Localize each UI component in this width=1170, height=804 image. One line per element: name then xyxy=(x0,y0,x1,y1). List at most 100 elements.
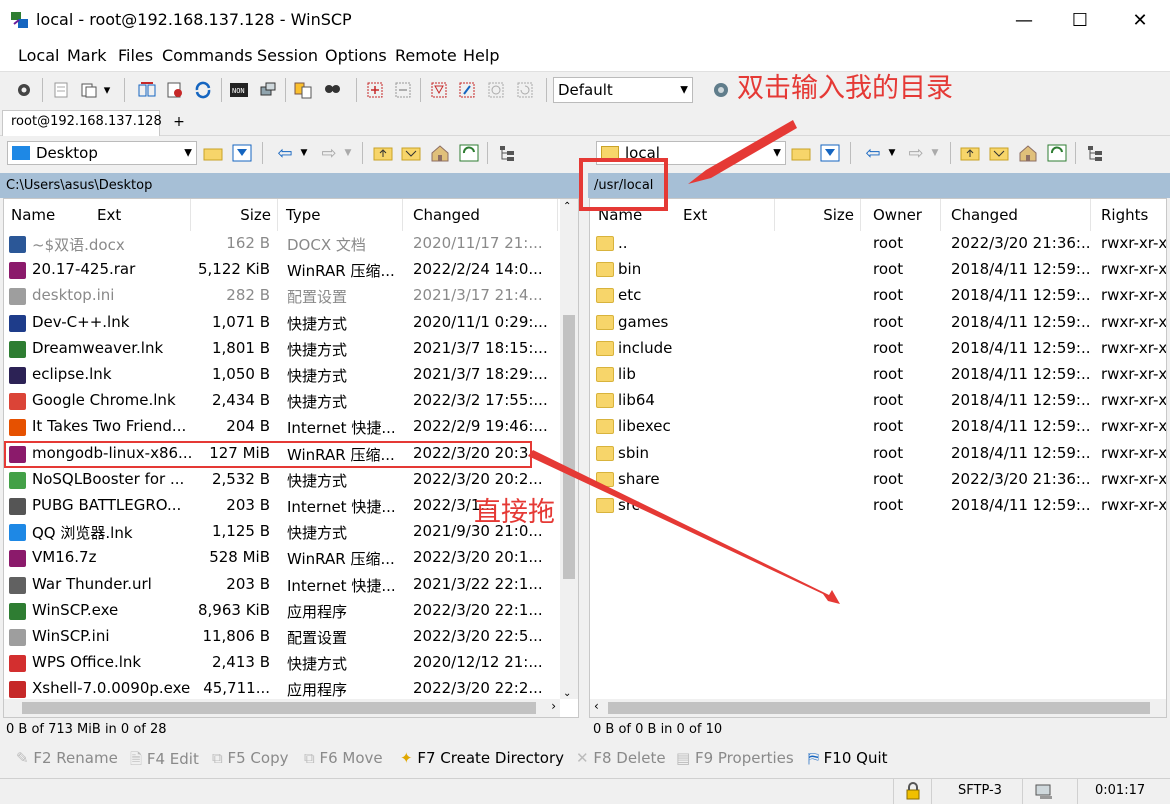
table-row[interactable]: src root 2018/4/11 12:59:... rwxr-xr-x xyxy=(590,493,1166,519)
right-file-panel[interactable]: Name Ext Size Owner Changed Rights .. roo… xyxy=(589,198,1167,718)
table-row[interactable]: games root 2018/4/11 12:59:... rwxr-xr-x xyxy=(590,310,1166,336)
left-back-icon[interactable]: ⇦ xyxy=(272,142,298,164)
table-row[interactable]: desktop.ini 282 B 配置设置 2021/3/17 21:4... xyxy=(4,283,560,309)
maximize-button[interactable]: ☐ xyxy=(1052,0,1108,40)
left-col-changed[interactable]: Changed xyxy=(403,199,558,231)
right-col-rights[interactable]: Rights xyxy=(1091,199,1166,231)
preferences-gear-icon[interactable] xyxy=(13,79,35,101)
right-forward-dropdown-icon[interactable]: ▼ xyxy=(929,142,941,164)
f2-rename-button[interactable]: ✎ F2 Rename xyxy=(16,749,118,767)
right-root-directory-icon[interactable] xyxy=(988,142,1010,164)
table-row[interactable]: lib root 2018/4/11 12:59:... rwxr-xr-x xyxy=(590,362,1166,388)
right-col-size[interactable]: Size xyxy=(775,199,861,231)
queue-icon[interactable] xyxy=(78,79,100,101)
left-filter-icon[interactable] xyxy=(231,142,253,164)
compare-directories-icon[interactable] xyxy=(50,79,72,101)
right-col-owner[interactable]: Owner xyxy=(861,199,941,231)
table-row[interactable]: NoSQLBooster for ... 2,532 B 快捷方式 2022/3/20… xyxy=(4,467,560,493)
table-row[interactable]: WinSCP.exe 8,963 KiB 应用程序 2022/3/20 22:1... xyxy=(4,598,560,624)
left-tree-icon[interactable] xyxy=(496,142,518,164)
left-open-folder-icon[interactable] xyxy=(202,142,224,164)
filter-icon[interactable] xyxy=(428,79,450,101)
tab-session[interactable]: root@192.168.137.128 xyxy=(2,110,162,136)
left-root-directory-icon[interactable] xyxy=(400,142,422,164)
left-home-icon[interactable] xyxy=(429,142,451,164)
f7-create-directory-button[interactable]: ✦ F7 Create Directory xyxy=(400,749,564,767)
scroll-thumb[interactable] xyxy=(22,702,536,714)
menu-session[interactable]: Session xyxy=(257,46,318,65)
keep-remote-up-to-date-icon[interactable] xyxy=(164,79,186,101)
table-row[interactable]: bin root 2018/4/11 12:59:... rwxr-xr-x xyxy=(590,257,1166,283)
table-row[interactable]: include root 2018/4/11 12:59:... rwxr-xr-x xyxy=(590,336,1166,362)
new-tab-button[interactable]: + xyxy=(164,114,194,136)
right-forward-icon[interactable]: ⇨ xyxy=(903,142,929,164)
left-parent-directory-icon[interactable] xyxy=(372,142,394,164)
right-filter-icon[interactable] xyxy=(819,142,841,164)
table-row[interactable]: VM16.7z 528 MiB WinRAR 压缩... 2022/3/20 20:1… xyxy=(4,545,560,571)
scroll-up-icon[interactable]: ⌃ xyxy=(563,201,571,212)
f6-move-button[interactable]: ⧉ F6 Move xyxy=(304,749,383,767)
menu-remote[interactable]: Remote xyxy=(395,46,457,65)
console-icon[interactable]: NON xyxy=(228,79,250,101)
right-path-bar[interactable]: /usr/local xyxy=(588,173,1170,198)
table-row[interactable]: Dev-C++.lnk 1,071 B 快捷方式 2020/11/1 0:29:... xyxy=(4,310,560,336)
table-row[interactable]: lib64 root 2018/4/11 12:59:... rwxr-xr-x xyxy=(590,388,1166,414)
restore-selection-icon[interactable] xyxy=(514,79,536,101)
scroll-thumb[interactable] xyxy=(608,702,1150,714)
right-tree-icon[interactable] xyxy=(1084,142,1106,164)
table-row[interactable]: War Thunder.url 203 B Internet 快捷... 2021/3… xyxy=(4,572,560,598)
table-row[interactable]: etc root 2018/4/11 12:59:... rwxr-xr-x xyxy=(590,283,1166,309)
table-row[interactable]: 20.17-425.rar 5,122 KiB WinRAR 压缩... 2022/2… xyxy=(4,257,560,283)
scroll-right-icon[interactable]: › xyxy=(551,699,556,713)
right-horizontal-scrollbar[interactable]: ‹ xyxy=(590,699,1166,717)
select-files-icon[interactable] xyxy=(364,79,386,101)
copy-to-clipboard-icon[interactable] xyxy=(292,79,314,101)
table-row[interactable]: ~$双语.docx 162 B DOCX 文档 2020/11/17 21:... xyxy=(4,231,560,257)
left-vertical-scrollbar[interactable]: ⌃ ⌄ xyxy=(560,199,578,699)
right-col-changed[interactable]: Changed xyxy=(941,199,1091,231)
left-col-size[interactable]: Size xyxy=(191,199,278,231)
menu-commands[interactable]: Commands xyxy=(162,46,253,65)
table-row[interactable]: Dreamweaver.lnk 1,801 B 快捷方式 2021/3/7 18:15… xyxy=(4,336,560,362)
left-back-dropdown-icon[interactable]: ▼ xyxy=(298,142,310,164)
table-row[interactable]: libexec root 2018/4/11 12:59:... rwxr-xr-x xyxy=(590,414,1166,440)
transfer-settings-icon[interactable] xyxy=(710,79,732,101)
f5-copy-button[interactable]: ⧉ F5 Copy xyxy=(212,749,288,767)
table-row[interactable]: WPS Office.lnk 2,413 B 快捷方式 2020/12/12 21:.… xyxy=(4,650,560,676)
scroll-left-icon[interactable]: ‹ xyxy=(594,699,599,713)
menu-help[interactable]: Help xyxy=(463,46,499,65)
menu-mark[interactable]: Mark xyxy=(67,46,106,65)
connection-icon[interactable] xyxy=(1034,783,1056,804)
clear-selection-icon[interactable] xyxy=(485,79,507,101)
f9-properties-button[interactable]: ▤ F9 Properties xyxy=(676,749,794,767)
table-row[interactable]: .. root 2022/3/20 21:36:... rwxr-xr-x xyxy=(590,231,1166,257)
find-files-icon[interactable] xyxy=(321,79,343,101)
table-row[interactable]: share root 2022/3/20 21:36:... rwxr-xr-x xyxy=(590,467,1166,493)
table-row[interactable]: Google Chrome.lnk 2,434 B 快捷方式 2022/3/2 17:… xyxy=(4,388,560,414)
table-row[interactable]: WinSCP.ini 11,806 B 配置设置 2022/3/20 22:5... xyxy=(4,624,560,650)
left-refresh-icon[interactable] xyxy=(458,142,480,164)
left-path-bar[interactable]: C:\Users\asus\Desktop xyxy=(0,173,582,198)
f4-edit-button[interactable]: 🗎 F4 Edit xyxy=(130,749,199,774)
right-refresh-icon[interactable] xyxy=(1046,142,1068,164)
left-forward-icon[interactable]: ⇨ xyxy=(316,142,342,164)
transfer-settings-select[interactable]: Default ▼ xyxy=(553,77,693,103)
table-row[interactable]: sbin root 2018/4/11 12:59:... rwxr-xr-x xyxy=(590,441,1166,467)
f8-delete-button[interactable]: ✕ F8 Delete xyxy=(576,749,666,767)
synchronize-icon[interactable] xyxy=(136,79,158,101)
unselect-files-icon[interactable] xyxy=(392,79,414,101)
left-drive-select[interactable]: Desktop ▼ xyxy=(7,141,197,165)
close-button[interactable]: ✕ xyxy=(1112,0,1168,40)
table-row[interactable]: eclipse.lnk 1,050 B 快捷方式 2021/3/7 18:29:... xyxy=(4,362,560,388)
scroll-thumb[interactable] xyxy=(563,315,575,579)
queue-dropdown-icon[interactable]: ▾ xyxy=(100,79,114,101)
menu-files[interactable]: Files xyxy=(118,46,153,65)
right-back-icon[interactable]: ⇦ xyxy=(860,142,886,164)
scroll-down-icon[interactable]: ⌄ xyxy=(563,688,571,699)
right-back-dropdown-icon[interactable]: ▼ xyxy=(886,142,898,164)
right-home-icon[interactable] xyxy=(1017,142,1039,164)
menu-local[interactable]: Local xyxy=(18,46,59,65)
left-horizontal-scrollbar[interactable]: › xyxy=(4,699,560,717)
right-open-folder-icon[interactable] xyxy=(790,142,812,164)
minimize-button[interactable]: — xyxy=(996,0,1052,40)
